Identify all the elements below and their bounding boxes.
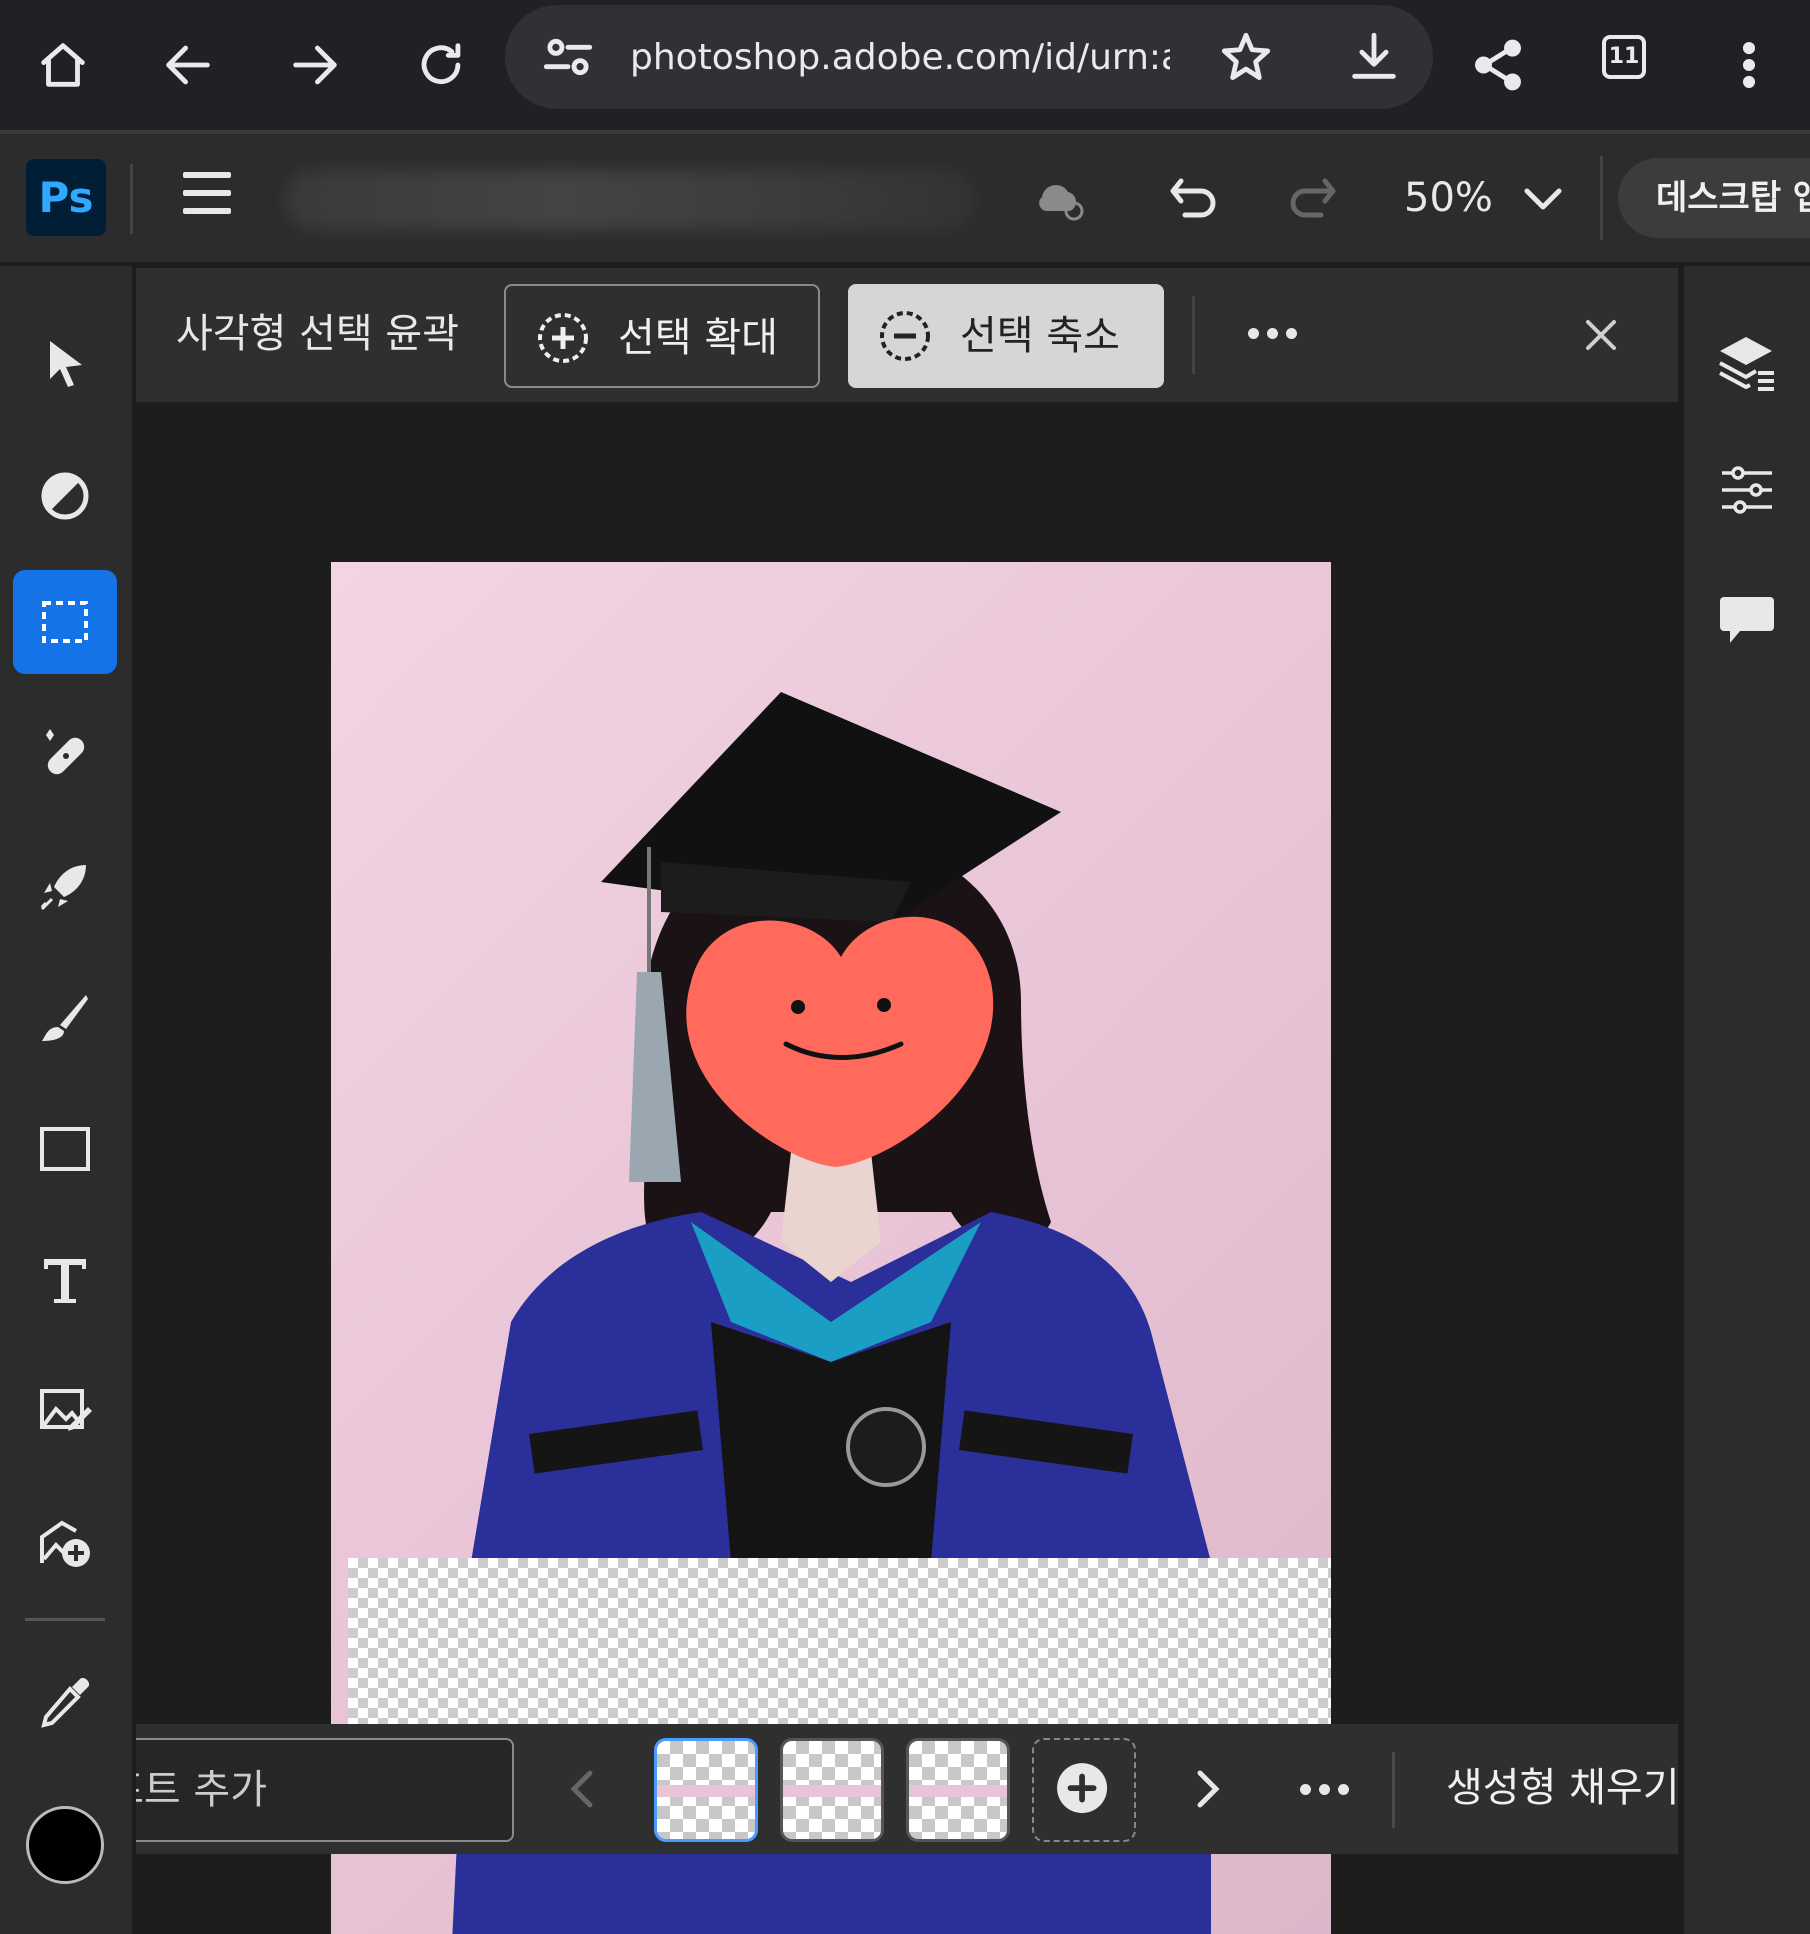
header-divider <box>130 164 133 234</box>
rect-marquee-icon[interactable] <box>13 570 117 674</box>
move-tool-icon[interactable] <box>13 312 117 416</box>
app-header: Ps 50% 데스크탑 앱 <box>0 134 1810 262</box>
transparent-region <box>348 1558 1331 1728</box>
add-variation-button[interactable] <box>1032 1738 1136 1842</box>
app-logo[interactable]: Ps <box>26 159 106 236</box>
url-text[interactable]: photoshop.adobe.com/id/urn:aaid:sc <box>630 35 1170 81</box>
header-divider-2 <box>1600 156 1603 240</box>
brush-icon[interactable] <box>13 966 117 1070</box>
cloud-sync-icon[interactable] <box>1025 164 1095 234</box>
plus-circle-icon <box>1057 1763 1108 1814</box>
expand-selection-button[interactable]: 선택 확대 <box>504 284 820 388</box>
app-root: photoshop.adobe.com/id/urn:aaid:sc 11 Ps <box>0 0 1810 1934</box>
canvas-area[interactable] <box>136 402 1678 1934</box>
site-settings-icon[interactable] <box>525 14 611 100</box>
variation-thumbnail-3[interactable] <box>906 1738 1010 1842</box>
ctx-divider <box>1192 296 1195 374</box>
document-title-redacted <box>285 170 975 230</box>
redo-icon[interactable] <box>1276 164 1346 234</box>
more-vert-icon[interactable] <box>1706 22 1792 108</box>
bookmark-star-icon[interactable] <box>1203 14 1289 100</box>
right-panel <box>1684 266 1810 1934</box>
eyedropper-icon[interactable] <box>13 1650 117 1754</box>
tool-name-label: 사각형 선택 윤곽 <box>176 311 460 357</box>
toolbar-divider <box>25 1618 105 1621</box>
back-icon[interactable] <box>145 22 231 108</box>
healing-icon[interactable] <box>13 702 117 806</box>
minus-circle-dashed-icon <box>880 311 930 361</box>
close-icon[interactable] <box>1576 310 1626 360</box>
generative-fill-button[interactable]: 생성형 채우기 <box>1446 1760 1678 1816</box>
adjust-icon[interactable] <box>13 444 117 548</box>
contextual-task-bar: 사각형 선택 윤곽 선택 확대 선택 축소 <box>136 268 1678 402</box>
contract-selection-label: 선택 축소 <box>960 313 1120 359</box>
open-desktop-button[interactable]: 데스크탑 앱 <box>1618 158 1810 238</box>
forward-icon[interactable] <box>272 22 358 108</box>
shape-icon[interactable] <box>13 1096 117 1200</box>
home-icon[interactable] <box>20 22 106 108</box>
type-icon[interactable] <box>13 1228 117 1332</box>
contract-selection-button[interactable]: 선택 축소 <box>848 284 1164 388</box>
prompt-input[interactable]: 프롬프트 추가 <box>136 1738 514 1842</box>
gen-bar-divider <box>1392 1752 1395 1828</box>
browser-toolbar: photoshop.adobe.com/id/urn:aaid:sc 11 <box>0 0 1810 130</box>
tool-bar <box>0 266 132 1934</box>
undo-icon[interactable] <box>1160 164 1230 234</box>
variation-thumbnail-2[interactable] <box>780 1738 884 1842</box>
add-image-icon[interactable] <box>13 1490 117 1594</box>
zoom-level[interactable]: 50% <box>1404 172 1493 224</box>
layers-icon[interactable] <box>1709 326 1785 402</box>
chevron-right-icon[interactable] <box>1178 1759 1238 1819</box>
share-icon[interactable] <box>1455 22 1541 108</box>
place-image-icon[interactable] <box>13 1358 117 1462</box>
download-icon[interactable] <box>1331 14 1417 100</box>
generative-fill-bar: 프롬프트 추가 생성형 채우기 <box>136 1724 1678 1854</box>
adjustments-icon[interactable] <box>1709 452 1785 528</box>
chevron-left-icon[interactable] <box>552 1759 612 1819</box>
expand-selection-label: 선택 확대 <box>618 315 778 361</box>
more-options-icon[interactable] <box>1244 314 1324 354</box>
foreground-color-swatch[interactable] <box>26 1806 104 1884</box>
prompt-placeholder: 프롬프트 추가 <box>136 1767 267 1813</box>
menu-icon[interactable] <box>183 172 243 222</box>
more-options-icon-2[interactable] <box>1296 1770 1376 1810</box>
address-bar[interactable]: photoshop.adobe.com/id/urn:aaid:sc <box>505 5 1433 109</box>
variation-thumbnail-1[interactable] <box>654 1738 758 1842</box>
tabs-icon[interactable]: 11 <box>1602 35 1646 79</box>
chevron-down-icon[interactable] <box>1508 164 1578 234</box>
plus-circle-dashed-icon <box>538 313 588 363</box>
comments-icon[interactable] <box>1709 582 1785 658</box>
quick-action-icon[interactable] <box>13 834 117 938</box>
reload-icon[interactable] <box>398 22 484 108</box>
